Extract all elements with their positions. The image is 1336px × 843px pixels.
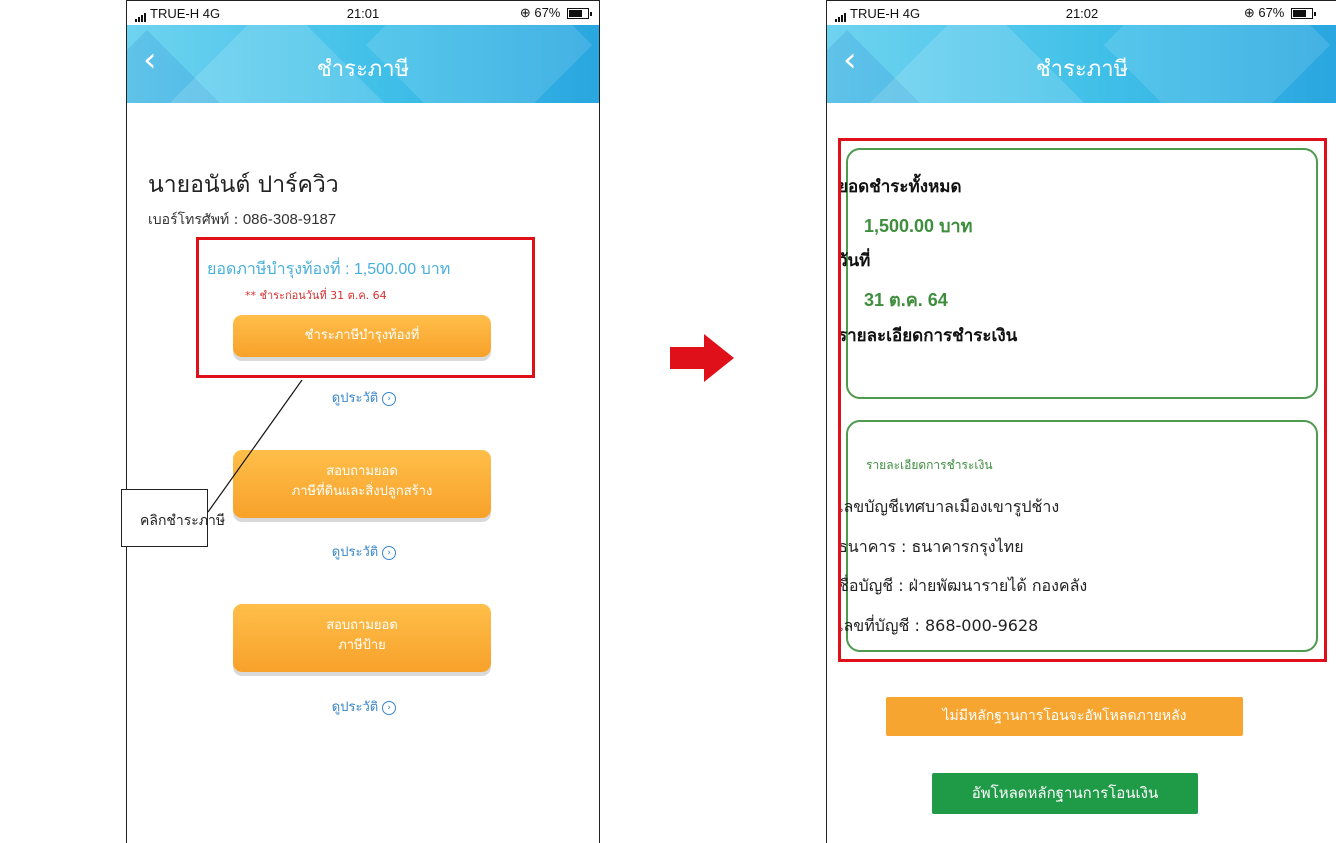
total-value: 1,500.00 บาท [864,216,973,236]
bank-name: ธนาคาร : ธนาคารกรุงไทย [838,537,1024,556]
chevron-right-icon: › [382,545,397,560]
user-phone: เบอร์โทรศัพท์ : 086-308-9187 [148,211,337,228]
alarm-icon: ⊕ [1243,5,1255,20]
account-number: เลขที่บัญชี : 868-000-9628 [838,616,1039,635]
inquire-land-tax-button[interactable]: สอบถามยอด ภาษีที่ดินและสิ่งปลูกสร้าง [233,450,491,518]
battery-indicator: ⊕ 67% [519,5,592,21]
page-title: ชำระภาษี [1035,57,1129,82]
payment-details-label: รายละเอียดการชำระเงิน [838,326,1018,346]
user-name: นายอนันต์ ปาร์ควิว [148,172,339,198]
battery-indicator: ⊕ 67% [1243,5,1316,21]
chevron-right-icon: › [382,700,397,715]
date-value: 31 ต.ค. 64 [864,290,948,310]
app-header: ‹ ชำระภาษี [827,25,1336,103]
upload-proof-button[interactable]: อัพโหลดหลักฐานการโอนเงิน [932,773,1198,814]
total-label: ยอดชำระทั้งหมด [838,177,962,197]
inquire-sign-tax-button[interactable]: สอบถามยอด ภาษีป้าย [233,604,491,672]
bank-details-heading: รายละเอียดการชำระเงิน [866,458,993,472]
view-history-link[interactable]: ดูประวัติ › [127,696,599,717]
alarm-icon: ⊕ [519,5,531,20]
payment-deadline: ** ชำระก่อนวันที่ 31 ต.ค. 64 [245,289,387,302]
battery-icon [567,8,592,20]
phone-screen-left: TRUE-H 4G 21:01 ⊕ 67% ‹ ชำระภาษี นายอนัน… [126,0,600,843]
pay-local-tax-button[interactable]: ชำระภาษีบำรุงท้องที่ [233,315,491,357]
status-bar: TRUE-H 4G 21:02 ⊕ 67% [827,1,1336,25]
page-title: ชำระภาษี [316,57,410,82]
date-label: วันที่ [838,251,871,271]
chevron-right-icon: › [382,391,397,406]
status-bar: TRUE-H 4G 21:01 ⊕ 67% [127,1,599,25]
view-history-link[interactable]: ดูประวัติ › [127,387,599,408]
account-name: เลขบัญชีเทศบาลเมืองเขารูปช้าง [838,497,1060,516]
tax-amount: ยอดภาษีบำรุงท้องที่ : 1,500.00 บาท [207,261,451,278]
callout-text: คลิกชำระภาษี [140,513,226,529]
right-arrow-icon [670,334,734,382]
account-holder: ชื่อบัญชี : ฝ่ายพัฒนารายได้ กองคลัง [838,576,1088,595]
app-header: ‹ ชำระภาษี [127,25,599,103]
battery-icon [1291,8,1316,20]
upload-later-button[interactable]: ไม่มีหลักฐานการโอนจะอัพโหลดภายหลัง [886,697,1243,736]
